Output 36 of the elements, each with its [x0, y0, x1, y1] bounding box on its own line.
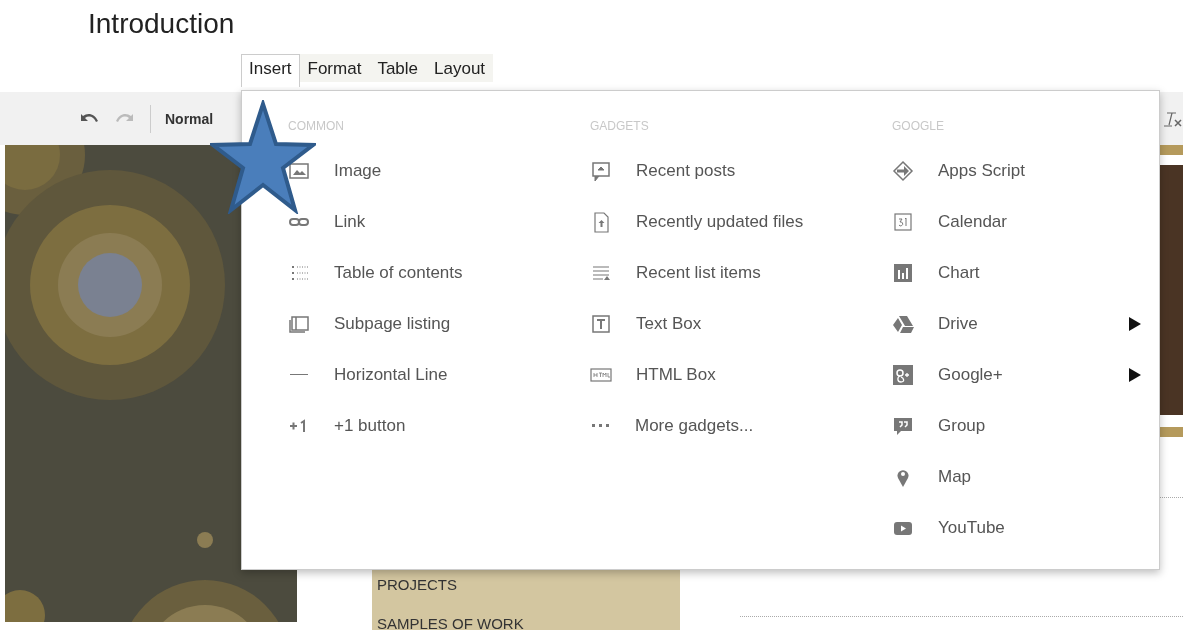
- bar-chart-icon: [892, 261, 914, 284]
- menu-tab[interactable]: Insert: [241, 54, 300, 87]
- menu-item[interactable]: Google+: [892, 349, 1159, 400]
- menu-item[interactable]: Chart: [892, 247, 1159, 298]
- menu-item[interactable]: Drive: [892, 298, 1159, 349]
- menu-item[interactable]: HTML Box: [590, 349, 892, 400]
- dots-icon: [592, 424, 609, 427]
- paragraph-style-dropdown[interactable]: Normal: [165, 110, 214, 127]
- nav-link[interactable]: SAMPLES OF WORK: [377, 615, 672, 630]
- horizontal-line-icon: [290, 373, 308, 376]
- menu-item[interactable]: Group: [892, 400, 1159, 451]
- menu-item[interactable]: Text Box: [590, 298, 892, 349]
- menu-item[interactable]: +1 button: [288, 400, 590, 451]
- g-plus-icon: [892, 363, 914, 386]
- post-icon: [590, 159, 612, 182]
- calendar-icon: [892, 210, 914, 233]
- menu-item[interactable]: Horizontal Line: [288, 349, 590, 400]
- menu-tab[interactable]: Layout: [426, 54, 494, 82]
- menu-item[interactable]: Table of contents: [288, 247, 590, 298]
- menu-item[interactable]: Apps Script: [892, 145, 1159, 196]
- menu-item[interactable]: Subpage listing: [288, 298, 590, 349]
- nav-link[interactable]: PROJECTS: [377, 576, 672, 593]
- menu-tab[interactable]: Format: [299, 54, 370, 82]
- menu-item[interactable]: More gadgets...: [590, 400, 892, 451]
- menu-item[interactable]: Link: [288, 196, 590, 247]
- menu-item[interactable]: Recently updated files: [590, 196, 892, 247]
- menu-item[interactable]: Recent posts: [590, 145, 892, 196]
- menu-item[interactable]: Calendar: [892, 196, 1159, 247]
- menu-item[interactable]: Recent list items: [590, 247, 892, 298]
- clear-formatting-icon[interactable]: [1163, 109, 1183, 128]
- menu-item[interactable]: YouTube: [892, 502, 1159, 553]
- menu-tab[interactable]: Table: [369, 54, 426, 82]
- menu-item[interactable]: Map: [892, 451, 1159, 502]
- text-box-icon: [590, 312, 612, 335]
- arrow-diamond-icon: [892, 159, 914, 182]
- page-title: Introduction: [87, 7, 236, 41]
